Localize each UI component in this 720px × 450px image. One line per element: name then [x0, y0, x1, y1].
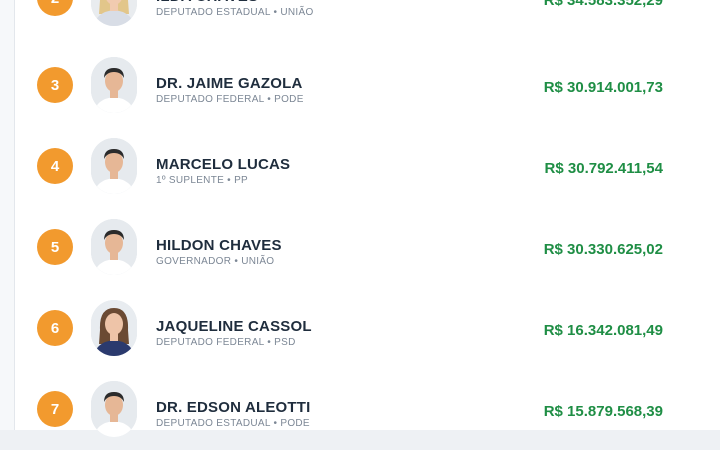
ranking-row[interactable]: 5 HILDON CHAVES GOVERNADOR • UNIÃO R$ 30.33… — [15, 207, 720, 288]
rank-badge: 3 — [37, 67, 73, 103]
candidate-photo-woman-icon — [91, 300, 137, 356]
candidate-role: DEPUTADO FEDERAL — [156, 337, 265, 348]
candidate-name: JAQUELINE CASSOL — [156, 318, 312, 335]
candidate-role: DEPUTADO ESTADUAL — [156, 418, 271, 429]
candidate-party: UNIÃO — [241, 256, 275, 267]
candidate-name: ILDA CHAVES — [156, 0, 258, 5]
candidate-party: PODE — [274, 94, 304, 105]
candidate-photo-man-icon — [91, 138, 137, 194]
candidate-name: DR. EDSON ALEOTTI — [156, 399, 311, 416]
ranking-row[interactable]: 2 ILDA CHAVES DEPUTADO ESTADUAL • UNIÃO R$ … — [15, 0, 720, 39]
rank-badge: 5 — [37, 229, 73, 265]
candidate-avatar — [91, 138, 137, 194]
candidate-name: HILDON CHAVES — [156, 237, 282, 254]
candidate-role-party: GOVERNADOR • UNIÃO — [156, 256, 274, 267]
candidate-role-party: 1º SUPLENTE • PP — [156, 175, 248, 186]
candidate-role-party: DEPUTADO FEDERAL • PODE — [156, 94, 304, 105]
candidate-role-party: DEPUTADO ESTADUAL • UNIÃO — [156, 7, 314, 18]
page-left-gutter — [0, 0, 14, 430]
amount-value: R$ 34.583.352,29 — [543, 0, 663, 9]
rank-badge: 2 — [37, 0, 73, 16]
amount-value: R$ 30.792.411,54 — [544, 160, 663, 177]
ranking-row[interactable]: 3 DR. JAIME GAZOLA DEPUTADO FEDERAL • PODE… — [15, 45, 720, 126]
candidate-party: UNIÃO — [280, 7, 314, 18]
rank-badge: 4 — [37, 148, 73, 184]
separator: • — [224, 175, 235, 186]
rank-badge: 7 — [37, 391, 73, 427]
ranking-list: 2 ILDA CHAVES DEPUTADO ESTADUAL • UNIÃO R$ … — [14, 0, 720, 437]
ranking-row[interactable]: 4 MARCELO LUCAS 1º SUPLENTE • PP R$ 30.792.… — [15, 126, 720, 207]
separator: • — [231, 256, 242, 267]
candidate-role: DEPUTADO FEDERAL — [156, 94, 265, 105]
amount-value: R$ 30.914.001,73 — [543, 79, 663, 96]
rank-badge: 6 — [37, 310, 73, 346]
candidate-party: PP — [234, 175, 249, 186]
amount-value: R$ 30.330.625,02 — [543, 241, 663, 258]
candidate-role: 1º SUPLENTE — [156, 175, 225, 186]
candidate-avatar — [91, 219, 137, 275]
candidate-role-party: DEPUTADO ESTADUAL • PODE — [156, 418, 310, 429]
candidate-party: PODE — [280, 418, 310, 429]
candidate-avatar — [91, 57, 137, 113]
candidate-party: PSD — [274, 337, 296, 348]
candidate-role: DEPUTADO ESTADUAL — [156, 7, 271, 18]
candidate-name: DR. JAIME GAZOLA — [156, 75, 303, 92]
candidate-photo-man-icon — [91, 381, 137, 437]
candidate-role-party: DEPUTADO FEDERAL • PSD — [156, 337, 296, 348]
candidate-role: GOVERNADOR — [156, 256, 232, 267]
separator: • — [264, 94, 275, 105]
candidate-avatar — [91, 381, 137, 437]
candidate-name: MARCELO LUCAS — [156, 156, 291, 173]
ranking-row[interactable]: 6 JAQUELINE CASSOL DEPUTADO FEDERAL • PSD R… — [15, 288, 720, 369]
separator: • — [270, 418, 281, 429]
amount-value: R$ 15.879.568,39 — [543, 403, 663, 420]
candidate-photo-man-icon — [91, 57, 137, 113]
separator: • — [270, 7, 281, 18]
candidate-avatar — [91, 0, 137, 26]
candidate-photo-man-icon — [91, 219, 137, 275]
ranking-row[interactable]: 7 DR. EDSON ALEOTTI DEPUTADO ESTADUAL • PO… — [15, 369, 720, 450]
candidate-photo-woman-blonde-icon — [91, 0, 137, 26]
separator: • — [264, 337, 275, 348]
amount-value: R$ 16.342.081,49 — [543, 322, 663, 339]
candidate-avatar — [91, 300, 137, 356]
